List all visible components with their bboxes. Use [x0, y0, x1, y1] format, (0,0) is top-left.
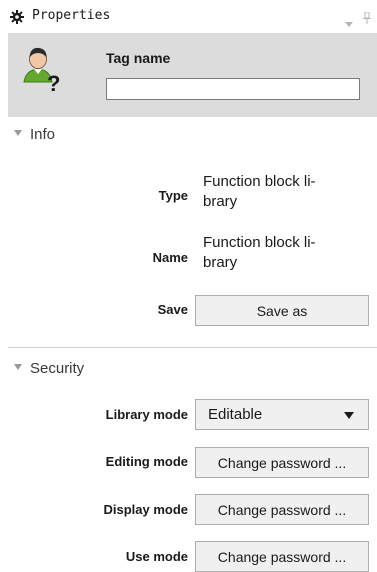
type-value: Function block li- brary [203, 172, 368, 212]
editing-mode-label: Editing mode [105, 454, 188, 469]
panel-title: Properties [32, 8, 111, 23]
user-unknown-icon: ? [22, 44, 62, 96]
tag-name-input[interactable] [106, 78, 360, 100]
tag-name-label: Tag name [106, 50, 171, 66]
info-heading: Info [30, 126, 56, 143]
name-label: Name [152, 250, 188, 265]
gear-icon [10, 9, 24, 24]
info-section-header[interactable]: Info [14, 126, 55, 143]
name-value-line: Function block li- [203, 234, 316, 251]
chevron-down-icon[interactable] [345, 13, 353, 32]
section-divider [8, 347, 377, 348]
display-mode-label: Display mode [103, 502, 188, 517]
save-label: Save [157, 302, 188, 317]
dropdown-arrow-icon [344, 412, 354, 419]
type-label: Type [158, 188, 188, 203]
type-value-line: brary [203, 193, 238, 210]
pin-icon[interactable] [363, 9, 371, 28]
library-mode-value: Editable [208, 406, 263, 423]
security-heading: Security [30, 360, 85, 377]
use-mode-change-password-button[interactable]: Change password ... [195, 541, 369, 572]
name-value: Function block li- brary [203, 233, 368, 273]
library-mode-select[interactable]: Editable [195, 399, 369, 430]
collapse-triangle-icon [14, 364, 22, 371]
use-mode-label: Use mode [125, 549, 188, 564]
type-value-line: Function block li- [203, 173, 316, 190]
save-as-button[interactable]: Save as [195, 295, 369, 326]
editing-mode-change-password-button[interactable]: Change password ... [195, 447, 369, 478]
collapse-triangle-icon [14, 130, 22, 137]
svg-text:?: ? [47, 71, 60, 92]
name-value-line: brary [203, 254, 238, 271]
display-mode-change-password-button[interactable]: Change password ... [195, 494, 369, 525]
library-mode-label: Library mode [105, 407, 188, 422]
object-header [8, 33, 377, 117]
panel-titlebar: Properties [0, 0, 377, 32]
security-section-header[interactable]: Security [14, 360, 84, 377]
